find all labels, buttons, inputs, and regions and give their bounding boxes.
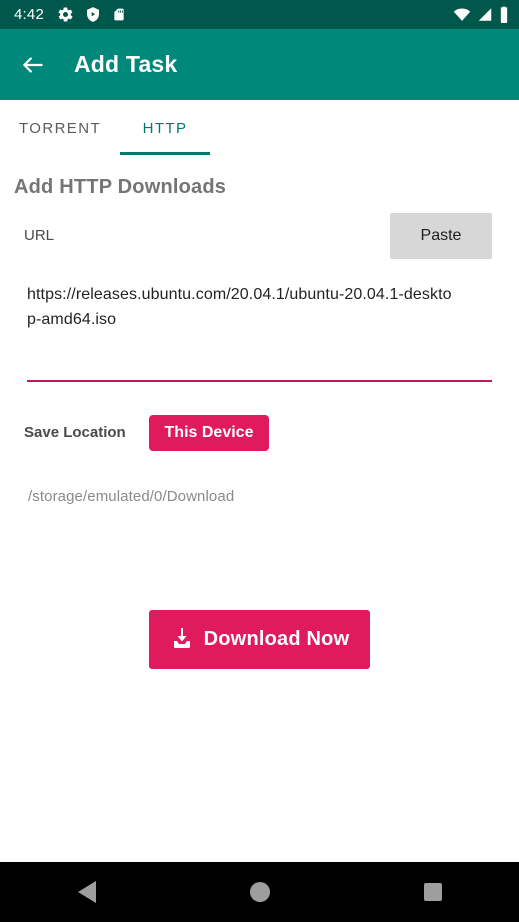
save-path-text: /storage/emulated/0/Download bbox=[28, 488, 235, 505]
battery-icon bbox=[499, 6, 509, 23]
status-right-icons bbox=[453, 6, 509, 23]
back-arrow-icon[interactable] bbox=[20, 52, 46, 78]
url-input-wrapper: https://releases.ubuntu.com/20.04.1/ubun… bbox=[27, 282, 492, 332]
system-nav-bar bbox=[0, 862, 519, 922]
status-bar: 4:42 bbox=[0, 0, 519, 29]
status-left-icons bbox=[57, 6, 453, 23]
recents-nav-icon[interactable] bbox=[346, 862, 519, 922]
home-nav-icon[interactable] bbox=[173, 862, 346, 922]
shield-play-icon bbox=[85, 6, 101, 23]
tab-torrent[interactable]: TORRENT bbox=[0, 100, 120, 156]
sd-card-icon bbox=[112, 6, 126, 23]
download-icon bbox=[170, 626, 194, 653]
this-device-button[interactable]: This Device bbox=[149, 415, 269, 451]
back-nav-icon[interactable] bbox=[0, 862, 173, 922]
section-title: Add HTTP Downloads bbox=[14, 176, 227, 198]
url-input-underline bbox=[27, 380, 492, 382]
tab-http[interactable]: HTTP bbox=[120, 100, 210, 156]
recents-square-glyph bbox=[423, 883, 442, 901]
download-now-button[interactable]: Download Now bbox=[149, 610, 370, 669]
cell-signal-icon bbox=[477, 7, 493, 22]
page-title: Add Task bbox=[74, 51, 178, 77]
save-location-label: Save Location bbox=[24, 424, 126, 441]
tab-bar: TORRENT HTTP bbox=[0, 100, 519, 156]
download-now-label: Download Now bbox=[203, 628, 350, 650]
wifi-icon bbox=[453, 7, 471, 22]
paste-button[interactable]: Paste bbox=[390, 213, 492, 259]
url-label: URL bbox=[24, 227, 55, 244]
app-screen: 4:42 Add Task TORRENT HTTP Add HTTP Down… bbox=[0, 0, 519, 922]
back-triangle-glyph bbox=[77, 881, 96, 903]
home-circle-glyph bbox=[249, 882, 270, 902]
gear-icon bbox=[57, 6, 74, 23]
app-bar: Add Task bbox=[0, 29, 519, 100]
status-clock: 4:42 bbox=[14, 6, 44, 23]
tab-active-indicator bbox=[120, 152, 210, 155]
url-input[interactable]: https://releases.ubuntu.com/20.04.1/ubun… bbox=[27, 282, 452, 332]
main-content: Add HTTP Downloads URL Paste https://rel… bbox=[0, 156, 519, 862]
